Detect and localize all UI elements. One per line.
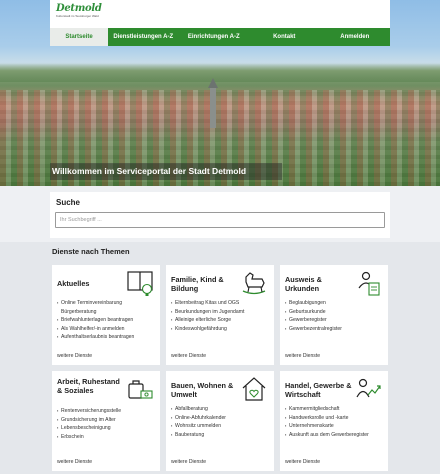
card-link-list: Elternbeitrag Kitas und OGS Beurkundunge… [171,299,271,333]
card-link[interactable]: Abfallberatung [171,405,271,414]
card-link[interactable]: Kindeswohlgefährdung [171,325,271,334]
hero-title: Willkommen im Serviceportal der Stadt De… [50,163,282,180]
card-link[interactable]: Rentenversicherungsstelle [57,407,157,416]
nav-item-dienstleistungen[interactable]: Dienstleistungen A-Z [108,28,179,46]
card-title: Arbeit, Ruhestand & Soziales [57,377,120,395]
card-link[interactable]: Beurkundungen im Jugendamt [171,308,271,317]
card-title: Aktuelles [57,279,90,288]
business-growth-icon [356,378,381,398]
card-link[interactable]: Aufenthaltserlaubnis beantragen [57,333,157,342]
themes-title: Dienste nach Themen [52,247,130,256]
more-services-link[interactable]: weitere Dienste [171,459,206,465]
theme-card-arbeit[interactable]: Arbeit, Ruhestand & Soziales Rentenversi… [52,371,160,471]
card-link[interactable]: Elternbeitrag Kitas und OGS [171,299,271,308]
card-link[interactable]: Beglaubigungen [285,299,385,308]
house-heart-icon [242,377,266,401]
logo-tagline: Kulturstadt im Teutoburger Wald [56,14,99,18]
card-link[interactable]: Alleinige elterliche Sorge [171,316,271,325]
theme-card-bauen[interactable]: Bauen, Wohnen & Umwelt Abfallberatung On… [166,371,274,471]
handbag-money-icon [128,380,153,399]
search-input[interactable] [55,212,385,228]
more-services-link[interactable]: weitere Dienste [285,353,320,359]
card-link[interactable]: Bauberatung [171,431,271,440]
book-lightbulb-icon [127,271,153,296]
card-title: Bauen, Wohnen & Umwelt [171,381,234,399]
card-link[interactable]: Gewerbezentralregister [285,325,385,334]
more-services-link[interactable]: weitere Dienste [57,353,92,359]
card-link[interactable]: Auskunft aus dem Gewerberegister [285,431,385,440]
card-link[interactable]: Geburtsurkunde [285,308,385,317]
header-bar: Detmold Kulturstadt im Teutoburger Wald [50,0,390,28]
hero-hills [0,62,440,82]
card-link[interactable]: Kammermitgliedschaft [285,405,385,414]
nav-item-kontakt[interactable]: Kontakt [249,28,320,46]
card-link[interactable]: Erbschein [57,433,157,442]
card-link-list: Rentenversicherungsstelle Grundsicherung… [57,407,157,441]
theme-card-handel[interactable]: Handel, Gewerbe & Wirtschaft Kammermitgl… [280,371,388,471]
card-link[interactable]: Grundsicherung im Alter [57,416,157,425]
rocking-horse-icon [242,272,266,295]
card-link[interactable]: Handwerksrolle und -karte [285,414,385,423]
card-link-list: Online Terminvereinbarung Bürgerberatung… [57,299,157,342]
theme-card-aktuelles[interactable]: Aktuelles Online Terminvereinbarung Bürg… [52,265,160,365]
city-logo[interactable]: Detmold Kulturstadt im Teutoburger Wald [56,3,104,25]
card-title: Ausweis & Urkunden [285,275,322,293]
card-link[interactable]: Gewerberegister [285,316,385,325]
more-services-link[interactable]: weitere Dienste [171,353,206,359]
more-services-link[interactable]: weitere Dienste [57,459,92,465]
card-title: Familie, Kind & Bildung [171,275,224,293]
hero-church-tower [208,78,218,128]
id-document-icon [358,271,380,296]
nav-item-startseite[interactable]: Startseite [50,28,108,46]
card-title: Handel, Gewerbe & Wirtschaft [285,381,352,399]
card-link[interactable]: Online-Abfuhrkalender [171,414,271,423]
theme-card-ausweis[interactable]: Ausweis & Urkunden Beglaubigungen Geburt… [280,265,388,365]
card-link[interactable]: Als Wahlhelfer/-in anmelden [57,325,157,334]
card-link-list: Beglaubigungen Geburtsurkunde Gewerbereg… [285,299,385,333]
card-link-list: Abfallberatung Online-Abfuhrkalender Woh… [171,405,271,439]
logo-wordmark: Detmold [56,3,102,14]
card-link[interactable]: Briefwahlunterlagen beantragen [57,316,157,325]
card-link[interactable]: Online Terminvereinbarung Bürgerberatung [57,299,157,316]
main-nav: Startseite Dienstleistungen A-Z Einricht… [50,28,390,46]
nav-item-einrichtungen[interactable]: Einrichtungen A-Z [179,28,250,46]
card-link-list: Kammermitgliedschaft Handwerksrolle und … [285,405,385,439]
search-label: Suche [56,198,81,207]
card-link[interactable]: Unternehmenskarte [285,422,385,431]
card-link[interactable]: Lebensbescheinigung [57,424,157,433]
card-link[interactable]: Wohnsitz ummelden [171,422,271,431]
nav-item-anmelden[interactable]: Anmelden [320,28,391,46]
theme-card-familie[interactable]: Familie, Kind & Bildung Elternbeitrag Ki… [166,265,274,365]
more-services-link[interactable]: weitere Dienste [285,459,320,465]
